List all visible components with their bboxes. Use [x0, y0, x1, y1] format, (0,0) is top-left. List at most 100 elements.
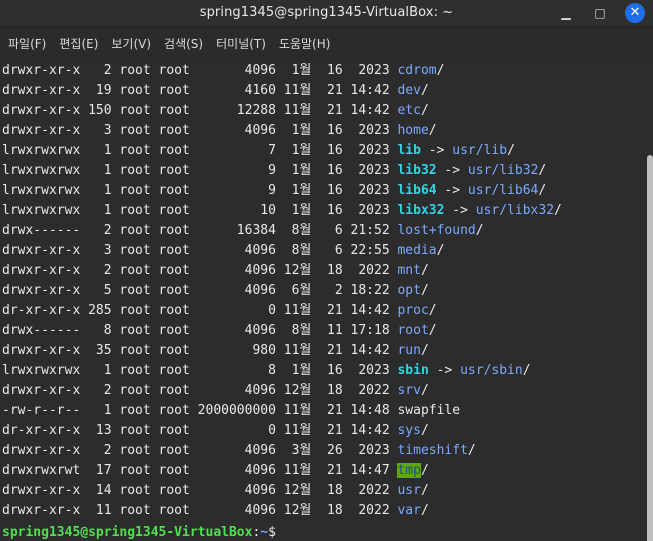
file-meta: drwxr-xr-x 5 root root 4096 6월 2 18:22: [2, 283, 398, 298]
title-bar: spring1345@spring1345-VirtualBox: ~ ▁ □ …: [0, 0, 653, 27]
terminal-line: drwxr-xr-x 3 root root 4096 8월 6 22:55 m…: [2, 241, 653, 261]
menu-search[interactable]: 검색(S): [164, 27, 203, 61]
symlink-target: usr/lib64: [467, 183, 539, 198]
symlink-target: usr/lib: [452, 143, 508, 158]
prompt-path: ~: [260, 525, 269, 540]
window-title: spring1345@spring1345-VirtualBox: ~: [199, 5, 454, 20]
path-suffix: /: [420, 283, 429, 298]
terminal-line: drwxr-xr-x 150 root root 12288 11월 21 14…: [2, 101, 653, 121]
file-meta: drwxr-xr-x 2 root root 4096 1월 16 2023: [2, 63, 398, 78]
path-suffix: /: [538, 163, 547, 178]
file-meta: lrwxrwxrwx 1 root root 7 1월 16 2023: [2, 143, 398, 158]
menu-view[interactable]: 보기(V): [111, 27, 151, 61]
menu-help[interactable]: 도움말(H): [279, 27, 331, 61]
terminal-line: dr-xr-xr-x 13 root root 0 11월 21 14:42 s…: [2, 421, 653, 441]
file-meta: drwxr-xr-x 14 root root 4096 12월 18 2022: [2, 483, 398, 498]
path-suffix: /: [420, 83, 429, 98]
symlink-arrow: ->: [428, 363, 461, 378]
file-meta: drwxr-xr-x 2 root root 4096 3월 26 2023: [2, 443, 398, 458]
symlink-name: libx32: [397, 203, 445, 218]
directory-name: cdrom: [397, 63, 437, 78]
menu-terminal[interactable]: 터미널(T): [216, 27, 266, 61]
symlink-target: usr/lib32: [467, 163, 539, 178]
path-suffix: /: [428, 123, 437, 138]
directory-name: timeshift: [397, 443, 468, 458]
terminal-line: lrwxrwxrwx 1 root root 10 1월 16 2023 lib…: [2, 201, 653, 221]
terminal-line: drwxr-xr-x 3 root root 4096 1월 16 2023 h…: [2, 121, 653, 141]
directory-name: lost+found: [397, 223, 476, 238]
file-meta: lrwxrwxrwx 1 root root 9 1월 16 2023: [2, 183, 398, 198]
path-suffix: /: [420, 263, 429, 278]
file-name: swapfile: [397, 403, 461, 418]
symlink-arrow: ->: [420, 143, 453, 158]
path-suffix: /: [420, 503, 429, 518]
scrollbar-thumb[interactable]: [647, 155, 653, 541]
path-suffix: /: [538, 183, 547, 198]
directory-name: proc: [397, 303, 429, 318]
prompt-line: spring1345@spring1345-VirtualBox:~$: [2, 521, 653, 541]
window-controls: ▁ □ ✕: [557, 0, 645, 26]
maximize-icon[interactable]: □: [591, 4, 609, 22]
directory-name: media: [397, 243, 437, 258]
directory-name: sys: [397, 423, 421, 438]
menu-bar: 파일(F) 편집(E) 보기(V) 검색(S) 터미널(T) 도움말(H): [0, 27, 653, 62]
file-meta: dr-xr-xr-x 285 root root 0 11월 21 14:42: [2, 303, 398, 318]
path-suffix: /: [436, 63, 445, 78]
terminal-line: lrwxrwxrwx 1 root root 8 1월 16 2023 sbin…: [2, 361, 653, 381]
terminal-line: drwxr-xr-x 19 root root 4160 11월 21 14:4…: [2, 81, 653, 101]
terminal-line: drwxrwxrwt 17 root root 4096 11월 21 14:4…: [2, 461, 653, 481]
menu-file[interactable]: 파일(F): [8, 27, 46, 61]
directory-name: root: [397, 323, 429, 338]
path-suffix: /: [420, 463, 429, 478]
path-suffix: /: [507, 143, 515, 158]
terminal-window: spring1345@spring1345-VirtualBox: ~ ▁ □ …: [0, 0, 653, 541]
symlink-target: usr/sbin: [460, 363, 523, 378]
file-meta: drwxr-xr-x 2 root root 4096 12월 18 2022: [2, 383, 398, 398]
directory-name: etc: [397, 103, 421, 118]
path-suffix: /: [420, 483, 429, 498]
terminal-line: drwxr-xr-x 2 root root 4096 3월 26 2023 t…: [2, 441, 653, 461]
directory-name: home: [397, 123, 429, 138]
terminal-line: drwxr-xr-x 5 root root 4096 6월 2 18:22 o…: [2, 281, 653, 301]
file-meta: -rw-r--r-- 1 root root 2000000000 11월 21…: [2, 403, 398, 418]
symlink-name: lib32: [397, 163, 437, 178]
file-meta: lrwxrwxrwx 1 root root 9 1월 16 2023: [2, 163, 398, 178]
terminal-line: drwxr-xr-x 2 root root 4096 12월 18 2022 …: [2, 381, 653, 401]
path-suffix: /: [420, 383, 429, 398]
file-meta: drwxr-xr-x 150 root root 12288 11월 21 14…: [2, 103, 398, 118]
file-meta: lrwxrwxrwx 1 root root 10 1월 16 2023: [2, 203, 398, 218]
path-suffix: /: [522, 363, 531, 378]
terminal-line: lrwxrwxrwx 1 root root 7 1월 16 2023 lib …: [2, 141, 653, 161]
terminal-line: drwxr-xr-x 11 root root 4096 12월 18 2022…: [2, 501, 653, 521]
sticky-directory-name: tmp: [397, 463, 421, 478]
directory-name: usr: [397, 483, 421, 498]
close-icon[interactable]: ✕: [625, 3, 645, 23]
terminal-line: -rw-r--r-- 1 root root 2000000000 11월 21…: [2, 401, 653, 421]
prompt-symbol: $: [268, 525, 276, 540]
symlink-arrow: ->: [444, 203, 476, 218]
symlink-arrow: ->: [436, 183, 468, 198]
path-suffix: /: [475, 223, 484, 238]
terminal-output[interactable]: drwxr-xr-x 2 root root 4096 1월 16 2023 c…: [0, 61, 653, 541]
path-suffix: /: [428, 323, 437, 338]
menu-edit[interactable]: 편집(E): [59, 27, 98, 61]
cursor[interactable]: [275, 521, 286, 539]
minimize-icon[interactable]: ▁: [557, 4, 575, 22]
symlink-arrow: ->: [436, 163, 468, 178]
path-suffix: /: [420, 423, 429, 438]
terminal-line: dr-xr-xr-x 285 root root 0 11월 21 14:42 …: [2, 301, 653, 321]
directory-name: srv: [397, 383, 421, 398]
file-meta: drwx------ 2 root root 16384 8월 6 21:52: [2, 223, 398, 238]
directory-name: mnt: [397, 263, 421, 278]
file-meta: drwxrwxrwt 17 root root 4096 11월 21 14:4…: [2, 463, 398, 478]
terminal-scrollbar[interactable]: [647, 61, 653, 541]
symlink-name: lib: [397, 143, 421, 158]
directory-name: var: [397, 503, 421, 518]
terminal-line: drwx------ 2 root root 16384 8월 6 21:52 …: [2, 221, 653, 241]
file-meta: drwxr-xr-x 19 root root 4160 11월 21 14:4…: [2, 83, 398, 98]
file-meta: drwxr-xr-x 2 root root 4096 12월 18 2022: [2, 263, 398, 278]
terminal-line: lrwxrwxrwx 1 root root 9 1월 16 2023 lib3…: [2, 161, 653, 181]
directory-name: run: [397, 343, 421, 358]
file-meta: drwxr-xr-x 35 root root 980 11월 21 14:42: [2, 343, 398, 358]
directory-name: opt: [397, 283, 421, 298]
